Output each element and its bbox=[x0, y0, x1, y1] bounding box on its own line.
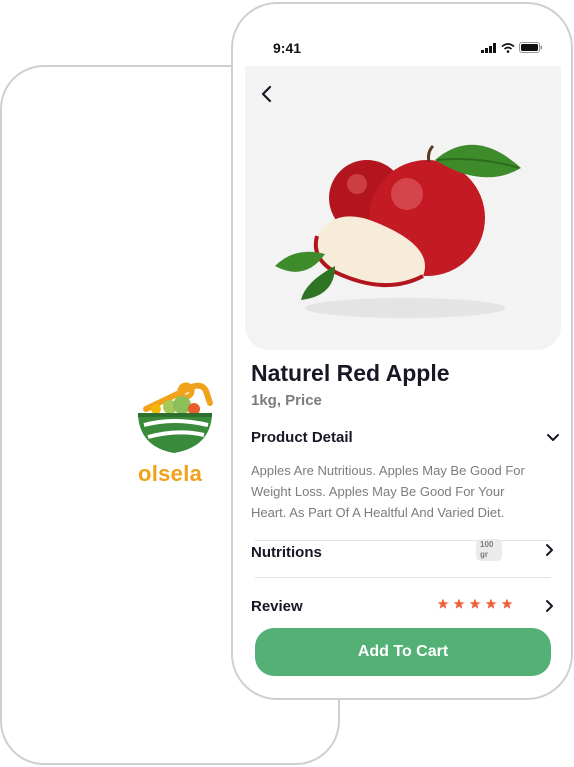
product-hero bbox=[245, 66, 561, 350]
nutritions-badge: 100 gr bbox=[476, 539, 502, 561]
add-to-cart-button[interactable]: Add To Cart bbox=[255, 628, 551, 676]
apple-image bbox=[275, 144, 521, 318]
review-stars bbox=[437, 598, 513, 610]
status-time: 9:41 bbox=[273, 40, 302, 56]
brand-name: olsela bbox=[138, 461, 203, 486]
product-title: Naturel Red Apple bbox=[251, 360, 450, 386]
chevron-right-icon[interactable] bbox=[541, 542, 557, 558]
back-arrow-icon[interactable] bbox=[255, 82, 279, 106]
chevron-down-icon[interactable] bbox=[545, 430, 561, 446]
product-description: Apples Are Nutritious. Apples May Be Goo… bbox=[251, 463, 525, 520]
status-bar: 9:41 bbox=[233, 4, 571, 64]
basket-logo-icon bbox=[138, 382, 213, 453]
star-icon bbox=[501, 598, 513, 609]
nutritions-label[interactable]: Nutritions bbox=[251, 544, 322, 561]
star-icon bbox=[453, 598, 465, 609]
signal-icon bbox=[481, 42, 496, 53]
star-icon bbox=[469, 598, 481, 609]
divider bbox=[255, 577, 551, 578]
star-icon bbox=[485, 598, 497, 609]
wifi-icon bbox=[501, 42, 515, 53]
detail-phone: 9:41 Naturel Red Apple 1kg, Price Produc… bbox=[231, 2, 573, 700]
status-icons bbox=[481, 42, 543, 53]
review-label[interactable]: Review bbox=[251, 598, 303, 615]
product-detail-label[interactable]: Product Detail bbox=[251, 429, 353, 446]
star-icon bbox=[437, 598, 449, 609]
chevron-right-icon[interactable] bbox=[541, 598, 557, 614]
battery-icon bbox=[519, 42, 543, 53]
divider bbox=[255, 540, 551, 541]
product-unit-price: 1kg, Price bbox=[251, 392, 322, 409]
